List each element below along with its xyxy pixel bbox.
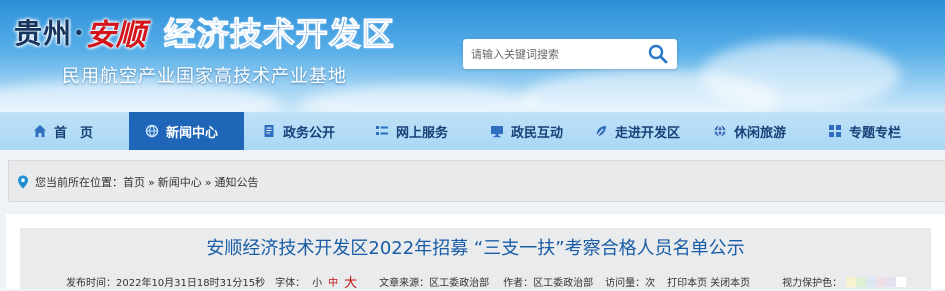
eye-color-swatch-blue[interactable] — [866, 276, 877, 287]
globe-icon — [145, 124, 159, 138]
font-small-button[interactable]: 小 — [312, 274, 322, 289]
breadcrumb-separator: » — [148, 175, 155, 189]
article-container: 安顺经济技术开发区2022年招募 “三支一扶”考察合格人员名单公示 发布时间： … — [6, 214, 945, 291]
nav-item-tourism[interactable]: 休闲旅游 — [713, 112, 786, 150]
header-banner: 贵州 · 安顺 经济技术开发区 民用航空产业国家高技术产业基地 — [0, 0, 945, 112]
search-box — [463, 39, 677, 69]
cloud-decoration — [300, 85, 540, 112]
source-value: 区工委政治部 — [429, 278, 490, 289]
list-icon — [376, 126, 388, 135]
nav-label: 走进开发区 — [615, 125, 681, 141]
eye-color-swatch-pink[interactable] — [876, 276, 887, 287]
breadcrumb-separator: » — [204, 175, 212, 189]
views-label: 访问量： — [605, 278, 646, 289]
logo-text-zone: 经济技术开发区 — [163, 15, 395, 54]
nav-label: 首 页 — [54, 125, 94, 141]
nav-label: 休闲旅游 — [734, 125, 787, 141]
site-logo[interactable]: 贵州 · 安顺 经济技术开发区 — [14, 8, 395, 56]
nav-item-news[interactable]: 新闻中心 — [129, 112, 244, 150]
article-meta: 发布时间： 2022年10月31日18时31分15秒 字体： 小 中 大 文章来… — [66, 272, 907, 291]
breadcrumb-bar: 您当前所在位置： 首页 » 新闻中心 » 通知公告 — [8, 160, 945, 202]
logo-text-anshun: 安顺 — [85, 18, 146, 53]
site-subtitle: 民用航空产业国家高技术产业基地 — [62, 66, 347, 87]
breadcrumb: 您当前所在位置： 首页 » 新闻中心 » 通知公告 — [17, 174, 258, 190]
publish-label: 发布时间： — [66, 278, 116, 289]
nav-label: 专题专栏 — [849, 125, 902, 141]
nav-label: 政务公开 — [283, 125, 336, 141]
nav-item-special-topics[interactable]: 专题专栏 — [828, 112, 901, 150]
nav-item-interaction[interactable]: 政民互动 — [490, 112, 563, 150]
breadcrumb-prefix: 您当前所在位置： — [35, 176, 123, 189]
breadcrumb-notice-link[interactable]: 通知公告 — [214, 174, 258, 190]
main-nav: 首 页 新闻中心 政务公开 网上服务 政民互动 走进开发区 休闲旅游 专题专栏 — [0, 112, 945, 150]
nav-item-home[interactable]: 首 页 — [33, 112, 93, 150]
font-medium-button[interactable]: 中 — [328, 274, 338, 289]
monitor-icon — [491, 126, 503, 138]
nav-item-gov-affairs[interactable]: 政务公开 — [262, 112, 335, 150]
eye-color-swatch-purple[interactable] — [886, 276, 897, 287]
close-page-link[interactable]: 关闭本页 — [710, 274, 750, 289]
cloud-decoration — [700, 40, 900, 110]
nav-label: 新闻中心 — [166, 125, 219, 141]
author-value: 区工委政治部 — [533, 278, 594, 289]
nav-label: 网上服务 — [396, 125, 449, 141]
eye-color-swatch-white[interactable] — [896, 276, 907, 287]
author-label: 作者： — [503, 278, 534, 289]
grid-icon — [829, 125, 841, 137]
eye-protection-label: 视力保护色： — [782, 278, 843, 289]
article-header: 安顺经济技术开发区2022年招募 “三支一扶”考察合格人员名单公示 发布时间： … — [20, 228, 931, 291]
nav-label: 政民互动 — [511, 125, 564, 141]
source-label: 文章来源： — [379, 278, 430, 289]
font-size-label: 字体： — [275, 278, 306, 289]
leaf-icon — [596, 126, 606, 137]
breadcrumb-news-link[interactable]: 新闻中心 — [158, 174, 202, 190]
nav-item-online-service[interactable]: 网上服务 — [375, 112, 448, 150]
logo-dot: · — [74, 15, 84, 49]
views-unit: 次 — [645, 278, 656, 289]
publish-time: 2022年10月31日18时31分15秒 — [116, 278, 266, 289]
logo-text-guizhou: 贵州 — [14, 17, 73, 50]
search-input[interactable] — [471, 45, 641, 63]
globe-icon — [714, 125, 726, 138]
location-pin-icon — [18, 175, 28, 189]
eye-color-swatch-green[interactable] — [856, 276, 867, 287]
breadcrumb-home-link[interactable]: 首页 — [123, 174, 145, 190]
nav-item-about-zone[interactable]: 走进开发区 — [594, 112, 680, 150]
document-icon — [264, 125, 274, 137]
home-icon — [34, 125, 46, 137]
search-icon[interactable] — [648, 44, 668, 64]
print-page-link[interactable]: 打印本页 — [667, 274, 707, 289]
font-large-button[interactable]: 大 — [344, 272, 357, 291]
article-title: 安顺经济技术开发区2022年招募 “三支一扶”考察合格人员名单公示 — [206, 238, 745, 259]
eye-color-swatch-yellow[interactable] — [846, 276, 857, 287]
